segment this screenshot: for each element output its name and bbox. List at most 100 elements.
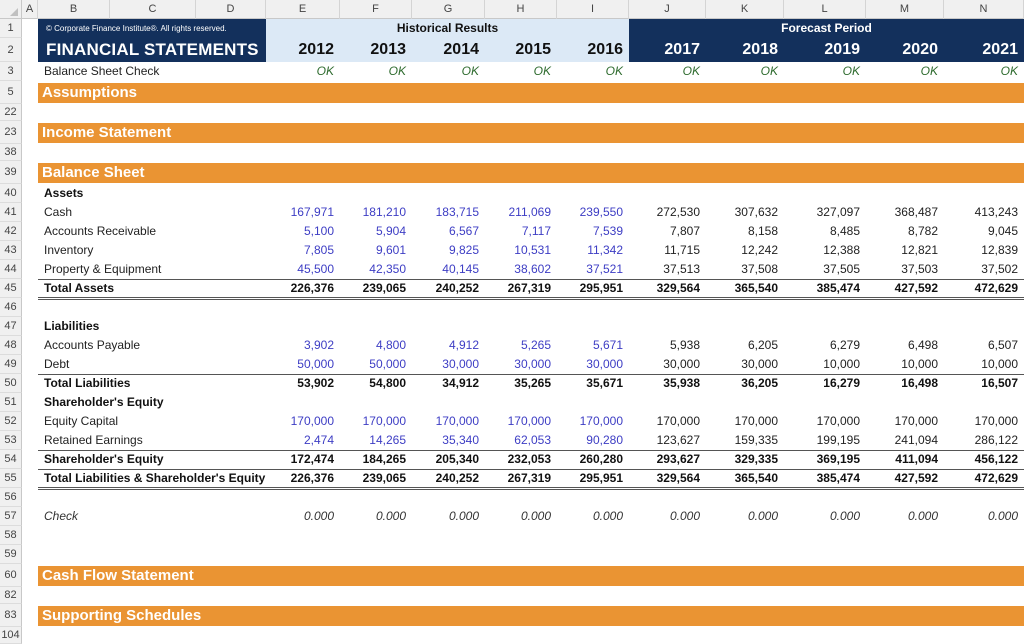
column-header-d[interactable]: D (196, 0, 266, 19)
debt-value[interactable]: 30,000 (629, 355, 706, 374)
row-header-49[interactable]: 49 (0, 355, 22, 374)
accounts-payable-value[interactable]: 5,671 (557, 336, 629, 355)
total-liabilities-value[interactable]: 16,498 (866, 374, 944, 393)
inventory-value[interactable]: 11,715 (629, 241, 706, 260)
check-value[interactable]: 0.000 (485, 507, 557, 526)
accounts-payable-value[interactable]: 6,279 (784, 336, 866, 355)
row-header-48[interactable]: 48 (0, 336, 22, 355)
retained-earnings-value[interactable]: 62,053 (485, 431, 557, 450)
row-header-57[interactable]: 57 (0, 507, 22, 526)
accounts-receivable-value[interactable]: 8,158 (706, 222, 784, 241)
row-header-50[interactable]: 50 (0, 374, 22, 393)
check-value[interactable]: 0.000 (557, 507, 629, 526)
total-shareholders-equity-value[interactable]: 329,335 (706, 450, 784, 469)
row-header-53[interactable]: 53 (0, 431, 22, 450)
section-balance-sheet[interactable]: Balance Sheet (38, 163, 1024, 183)
row-header-58[interactable]: 58 (0, 526, 22, 545)
retained-earnings-value[interactable]: 123,627 (629, 431, 706, 450)
total-assets-value[interactable]: 365,540 (706, 279, 784, 298)
total-assets-value[interactable]: 295,951 (557, 279, 629, 298)
total-liabilities-value[interactable]: 35,671 (557, 374, 629, 393)
total-shareholders-equity-value[interactable]: 456,122 (944, 450, 1024, 469)
total-assets-value[interactable]: 239,065 (340, 279, 412, 298)
column-header-b[interactable]: B (38, 0, 110, 19)
check-value[interactable]: 0.000 (944, 507, 1024, 526)
column-header-m[interactable]: M (866, 0, 944, 19)
equity-capital-value[interactable]: 170,000 (485, 412, 557, 431)
cash-value[interactable]: 272,530 (629, 203, 706, 222)
check-value[interactable]: 0.000 (340, 507, 412, 526)
inventory-value[interactable]: 10,531 (485, 241, 557, 260)
accounts-payable-value[interactable]: 3,902 (266, 336, 340, 355)
column-header-g[interactable]: G (412, 0, 485, 19)
row-header-3[interactable]: 3 (0, 62, 22, 81)
total-shareholders-equity-value[interactable]: 184,265 (340, 450, 412, 469)
debt-value[interactable]: 30,000 (706, 355, 784, 374)
total-assets-value[interactable]: 385,474 (784, 279, 866, 298)
column-header-l[interactable]: L (784, 0, 866, 19)
column-header-c[interactable]: C (110, 0, 196, 19)
total-liabilities-value[interactable]: 35,265 (485, 374, 557, 393)
total-liabilities-value[interactable]: 16,279 (784, 374, 866, 393)
accounts-receivable-value[interactable]: 7,539 (557, 222, 629, 241)
section-supporting-schedules[interactable]: Supporting Schedules (38, 606, 1024, 626)
row-header-55[interactable]: 55 (0, 469, 22, 488)
equity-capital-value[interactable]: 170,000 (629, 412, 706, 431)
row-header-60[interactable]: 60 (0, 564, 22, 587)
retained-earnings-value[interactable]: 199,195 (784, 431, 866, 450)
column-header-n[interactable]: N (944, 0, 1024, 19)
accounts-receivable-value[interactable]: 6,567 (412, 222, 485, 241)
check-value[interactable]: 0.000 (266, 507, 340, 526)
debt-value[interactable]: 30,000 (412, 355, 485, 374)
total-shareholders-equity-value[interactable]: 369,195 (784, 450, 866, 469)
row-header-56[interactable]: 56 (0, 488, 22, 507)
total-assets-value[interactable]: 472,629 (944, 279, 1024, 298)
row-header-45[interactable]: 45 (0, 279, 22, 298)
total-liabilities-and-equity-value[interactable]: 329,564 (629, 469, 706, 488)
cash-value[interactable]: 368,487 (866, 203, 944, 222)
property-equipment-value[interactable]: 40,145 (412, 260, 485, 279)
property-equipment-value[interactable]: 37,521 (557, 260, 629, 279)
cash-value[interactable]: 327,097 (784, 203, 866, 222)
retained-earnings-value[interactable]: 159,335 (706, 431, 784, 450)
total-liabilities-and-equity-value[interactable]: 385,474 (784, 469, 866, 488)
total-assets-value[interactable]: 267,319 (485, 279, 557, 298)
total-liabilities-and-equity-value[interactable]: 239,065 (340, 469, 412, 488)
accounts-payable-value[interactable]: 4,912 (412, 336, 485, 355)
row-header-52[interactable]: 52 (0, 412, 22, 431)
property-equipment-value[interactable]: 37,502 (944, 260, 1024, 279)
row-header-83[interactable]: 83 (0, 604, 22, 627)
inventory-value[interactable]: 12,242 (706, 241, 784, 260)
total-liabilities-value[interactable]: 34,912 (412, 374, 485, 393)
equity-capital-value[interactable]: 170,000 (266, 412, 340, 431)
retained-earnings-value[interactable]: 35,340 (412, 431, 485, 450)
total-liabilities-and-equity-value[interactable]: 295,951 (557, 469, 629, 488)
column-header-f[interactable]: F (340, 0, 412, 19)
section-income-statement[interactable]: Income Statement (38, 123, 1024, 143)
accounts-receivable-value[interactable]: 8,782 (866, 222, 944, 241)
row-header-38[interactable]: 38 (0, 144, 22, 161)
column-header-j[interactable]: J (629, 0, 706, 19)
accounts-receivable-value[interactable]: 7,117 (485, 222, 557, 241)
row-header-5[interactable]: 5 (0, 81, 22, 104)
property-equipment-value[interactable]: 45,500 (266, 260, 340, 279)
retained-earnings-value[interactable]: 14,265 (340, 431, 412, 450)
accounts-receivable-value[interactable]: 5,100 (266, 222, 340, 241)
row-header-82[interactable]: 82 (0, 587, 22, 604)
accounts-payable-value[interactable]: 6,507 (944, 336, 1024, 355)
inventory-value[interactable]: 11,342 (557, 241, 629, 260)
retained-earnings-value[interactable]: 2,474 (266, 431, 340, 450)
cash-value[interactable]: 307,632 (706, 203, 784, 222)
row-header-46[interactable]: 46 (0, 298, 22, 317)
total-shareholders-equity-value[interactable]: 232,053 (485, 450, 557, 469)
equity-capital-value[interactable]: 170,000 (944, 412, 1024, 431)
total-assets-value[interactable]: 427,592 (866, 279, 944, 298)
row-header-1[interactable]: 1 (0, 19, 22, 38)
column-header-k[interactable]: K (706, 0, 784, 19)
cash-value[interactable]: 413,243 (944, 203, 1024, 222)
cash-value[interactable]: 239,550 (557, 203, 629, 222)
total-liabilities-and-equity-value[interactable]: 226,376 (266, 469, 340, 488)
total-shareholders-equity-value[interactable]: 260,280 (557, 450, 629, 469)
accounts-payable-value[interactable]: 6,205 (706, 336, 784, 355)
property-equipment-value[interactable]: 37,513 (629, 260, 706, 279)
